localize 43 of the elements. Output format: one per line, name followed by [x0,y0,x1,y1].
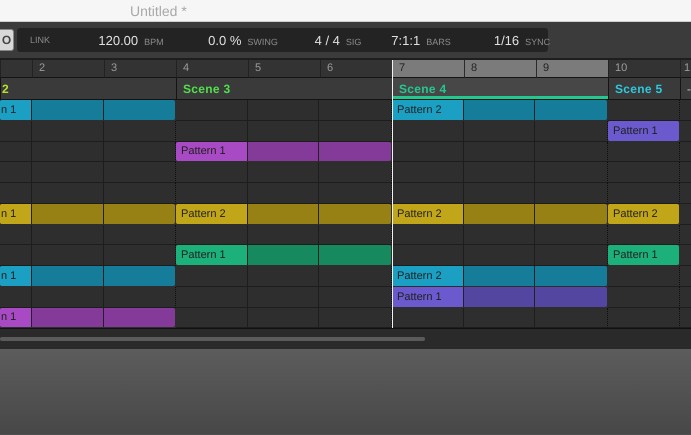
tempo-label: BPM [144,36,164,46]
tempo-value[interactable]: 120.00 [98,32,138,48]
scene-header[interactable]: 2 [0,78,176,100]
link-button[interactable]: LINK [17,35,64,45]
swing-label: SWING [247,36,278,46]
pattern-clip[interactable]: Pattern 1 [608,245,679,265]
position-label: BARS [426,36,451,46]
ruler-bar: 2 [32,60,104,78]
scene-header[interactable]: Scene 4 [392,78,608,100]
ruler-bar: 4 [176,60,248,78]
pattern-clip[interactable]: n 1 [0,204,175,224]
quantize-label: SYNC [525,36,550,46]
ruler-bar: 10 [608,60,680,78]
ruler-bar: 8 [464,60,536,78]
ruler-bar: 6 [320,60,392,78]
pattern-clip[interactable]: n 1 [0,100,175,120]
pattern-clip[interactable]: Pattern 2 [176,204,391,224]
scene-header[interactable]: - [680,78,691,100]
pattern-clip[interactable]: Pattern 2 [392,100,607,120]
pattern-clip[interactable]: Pattern 2 [608,204,679,224]
swing-value[interactable]: 0.0 % [208,32,242,48]
signature-value[interactable]: 4 / 4 [314,32,340,48]
pattern-clip[interactable]: n 1 [0,308,175,328]
scrollbar-thumb[interactable] [0,337,425,341]
pattern-clip[interactable]: Pattern 1 [176,142,391,162]
ruler-bar: 3 [104,60,176,78]
pattern-clip[interactable]: Pattern 1 [176,245,391,265]
signature-label: SIG [346,36,362,46]
pattern-clip[interactable]: Pattern 2 [392,266,607,286]
ruler-bar: 1 [680,60,691,78]
pattern-clip[interactable]: Pattern 2 [392,204,607,224]
position-value[interactable]: 7:1:1 [391,32,420,48]
window-title: Untitled * [130,2,187,21]
ruler-bar: 5 [248,60,320,78]
toolbar-button[interactable]: O [0,29,14,51]
scene-header[interactable]: Scene 5 [608,78,680,100]
ruler-bar: 9 [536,60,608,78]
pattern-clip[interactable]: n 1 [0,266,175,286]
pattern-clip[interactable]: Pattern 1 [608,120,679,140]
pattern-clip[interactable]: Pattern 1 [392,286,607,306]
ruler-bar: 7 [392,60,464,78]
quantize-value[interactable]: 1/16 [494,32,520,48]
scene-header[interactable]: Scene 3 [176,78,392,100]
